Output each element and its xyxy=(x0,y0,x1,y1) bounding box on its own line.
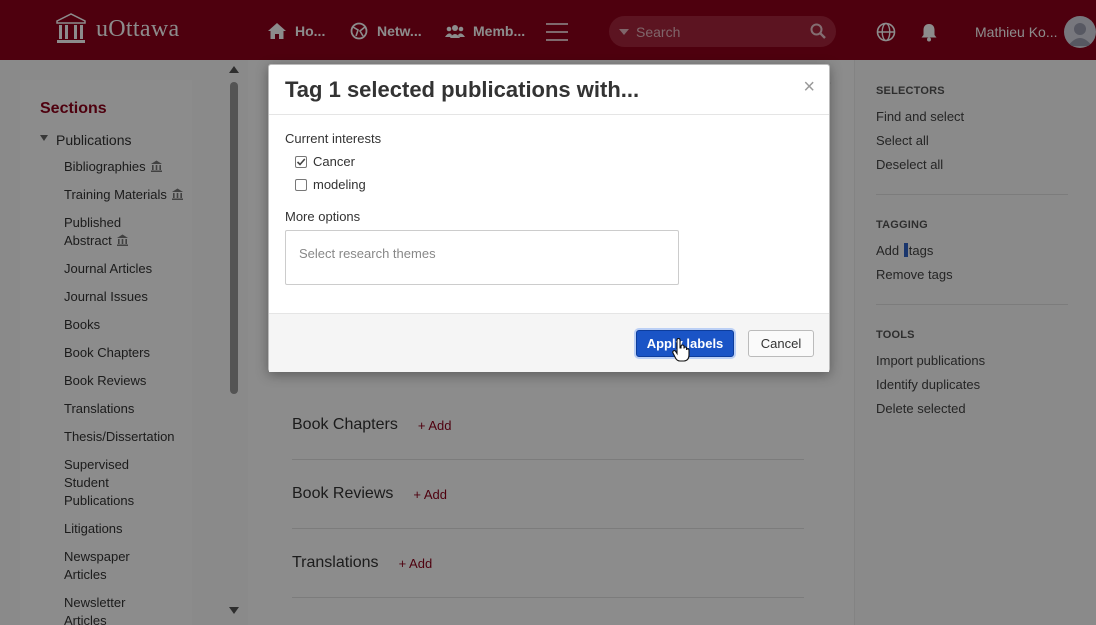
checkbox-checked[interactable] xyxy=(295,155,307,168)
research-themes-input[interactable] xyxy=(299,244,659,262)
dialog-title: Tag 1 selected publications with... xyxy=(285,77,640,102)
cancel-button[interactable]: Cancel xyxy=(748,330,814,357)
checkbox-unchecked[interactable] xyxy=(295,178,307,191)
more-options-label: More options xyxy=(285,209,361,224)
current-interests-label: Current interests xyxy=(285,131,382,146)
divider xyxy=(269,114,829,115)
interest-label: Cancer xyxy=(313,154,355,169)
interest-checkbox-cancer[interactable]: Cancer xyxy=(295,154,355,169)
tag-publications-dialog: Tag 1 selected publications with... × Cu… xyxy=(268,64,830,372)
interest-label: modeling xyxy=(313,177,366,192)
close-icon[interactable]: × xyxy=(803,76,815,99)
hand-pointer-cursor-icon xyxy=(672,338,690,362)
checkmark-icon xyxy=(296,157,306,166)
research-themes-select[interactable] xyxy=(285,230,679,285)
interest-checkbox-modeling[interactable]: modeling xyxy=(295,177,366,192)
dialog-footer: Apply labels Cancel xyxy=(269,313,829,372)
